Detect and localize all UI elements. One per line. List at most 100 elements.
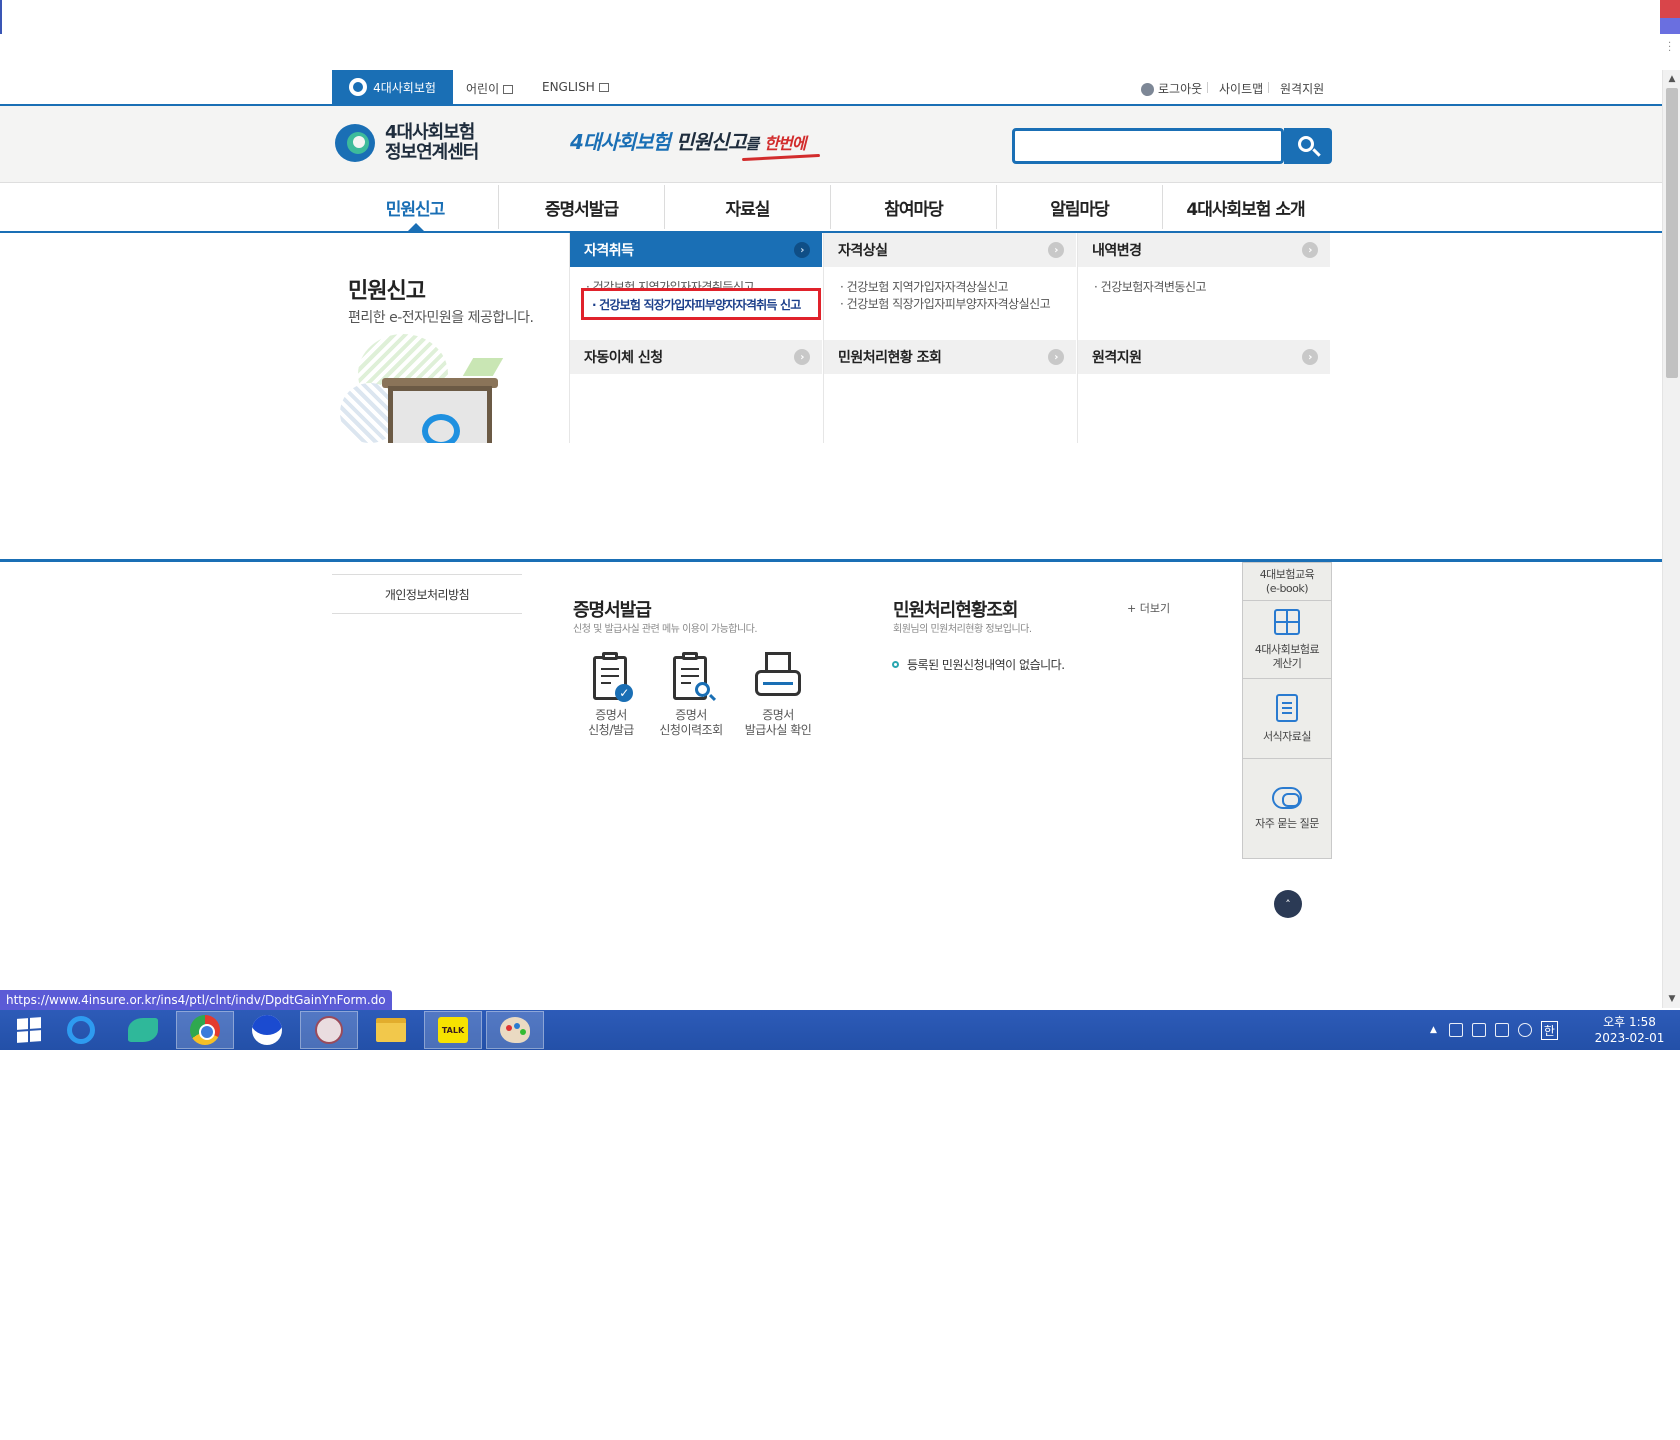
scroll-up-icon[interactable]: ▲	[1663, 72, 1680, 86]
cert-section-title: 증명서발급	[573, 600, 652, 621]
taskbar-bird-app[interactable]	[114, 1011, 172, 1049]
brand-logo-link[interactable]: 4대사회보험 정보연계센터	[335, 122, 479, 164]
menu-link-qualification-change[interactable]: · 건강보험자격변동신고	[1094, 279, 1207, 296]
nav-item-about[interactable]: 4대사회보험 소개	[1163, 183, 1328, 231]
slogan-brush-stroke	[741, 153, 821, 162]
taskbar-moon-app[interactable]	[238, 1011, 296, 1049]
menu-head-loss[interactable]: 자격상실 ›	[824, 233, 1076, 267]
taskbar-ie[interactable]	[52, 1011, 110, 1049]
more-link[interactable]: + 더보기	[1127, 600, 1170, 616]
close-circle-icon[interactable]	[1517, 1023, 1532, 1037]
quick-calculator[interactable]: 4대사회보험료 계산기	[1243, 601, 1331, 679]
menu-head-acquire[interactable]: 자격취득 ›	[570, 233, 822, 267]
cert-verify-line2: 발급사실 확인	[744, 723, 812, 737]
kebab-menu-icon[interactable]: · · ·	[1668, 39, 1672, 57]
network-icon[interactable]	[1471, 1023, 1486, 1037]
tray-chevron-icon[interactable]: ▲	[1430, 1025, 1437, 1035]
main-nav: 민원신고 증명서발급 자료실 참여마당 알림마당 4대사회보험 소개	[0, 183, 1662, 233]
cert-section-subtitle: 신청 및 발급사실 관련 메뉴 이용이 가능합니다.	[573, 624, 758, 635]
cert-history-line1: 증명서	[675, 708, 707, 722]
quick-ebook[interactable]: 4대보험교육 (e-book)	[1243, 563, 1331, 601]
cert-verify-line1: 증명서	[762, 708, 794, 722]
quick-ebook-line2: (e-book)	[1265, 581, 1309, 595]
util-kids-link[interactable]: 어린이	[466, 80, 514, 97]
menu-head-status-inquiry[interactable]: 민원처리현황 조회 ›	[824, 340, 1076, 374]
menu-head-label: 원격지원	[1092, 350, 1142, 366]
volume-icon[interactable]	[1448, 1023, 1463, 1037]
brand-text: 4대사회보험 정보연계센터	[385, 123, 479, 163]
quick-faq[interactable]: 자주 묻는 질문	[1243, 759, 1331, 859]
menu-head-label: 민원처리현황 조회	[838, 350, 942, 366]
menu-head-remote-support[interactable]: 원격지원 ›	[1078, 340, 1330, 374]
privacy-policy-link[interactable]: 개인정보처리방침	[332, 574, 522, 614]
util-divider	[1268, 82, 1269, 93]
menu-head-label: 자동이체 신청	[584, 350, 663, 366]
taskbar-file-explorer[interactable]	[362, 1011, 420, 1049]
printer-icon	[753, 652, 803, 700]
menu-link-dependent-acquire-highlighted[interactable]: · 건강보험 직장가입자피부양자자격취득 신고	[581, 288, 821, 320]
flag-icon[interactable]	[1494, 1023, 1509, 1037]
taskbar-clock[interactable]: 오후 1:58 2023-02-01	[1582, 1014, 1677, 1046]
menu-link-regional-loss[interactable]: · 건강보험 지역가입자자격상실신고	[840, 279, 1050, 296]
cert-apply-button[interactable]: ✓ 증명서 신청/발급	[566, 652, 656, 738]
brand-line2: 정보연계센터	[385, 142, 479, 163]
util-home-label: 4대사회보험	[373, 80, 436, 95]
nav-item-certificate[interactable]: 증명서발급	[499, 183, 664, 231]
footer-divider	[0, 559, 1662, 562]
document-icon	[1276, 693, 1298, 722]
clipboard-search-icon	[671, 652, 711, 700]
illustration-board-icon	[340, 328, 520, 443]
quick-forms[interactable]: 서식자료실	[1243, 679, 1331, 759]
search-input[interactable]	[1012, 128, 1284, 164]
arrow-right-icon: ›	[1302, 242, 1318, 258]
page-scrollbar[interactable]: ▲ ▼	[1662, 70, 1680, 1008]
util-home-tab[interactable]: 4대사회보험	[332, 70, 453, 104]
clock-date: 2023-02-01	[1594, 1031, 1665, 1045]
util-english-label: ENGLISH	[542, 80, 595, 94]
system-tray: ▲ 한	[1430, 1010, 1558, 1050]
menu-link-dependent-loss[interactable]: · 건강보험 직장가입자피부양자자격상실신고	[840, 296, 1051, 313]
quick-calculator-line1: 4대사회보험료	[1254, 642, 1320, 656]
quick-ebook-line1: 4대보험교육	[1259, 567, 1315, 581]
slogan-part4: 한번에	[764, 134, 806, 153]
taskbar-snipping-tool[interactable]	[300, 1011, 358, 1049]
logout-link[interactable]: 로그아웃	[1141, 80, 1202, 97]
util-kids-label: 어린이	[466, 82, 500, 96]
scroll-down-icon[interactable]: ▼	[1663, 992, 1680, 1006]
menu-column-change: 내역변경 › · 건강보험자격변동신고 원격지원 ›	[1077, 233, 1330, 443]
sitemap-link[interactable]: 사이트맵	[1219, 80, 1263, 97]
taskbar-kakaotalk[interactable]: TALK	[424, 1011, 482, 1049]
cert-verify-button[interactable]: 증명서 발급사실 확인	[733, 652, 823, 738]
scroll-top-button[interactable]: ˄	[1274, 890, 1302, 918]
status-section-subtitle: 회원님의 민원처리현황 정보입니다.	[893, 624, 1032, 635]
arrow-right-icon: ›	[1048, 242, 1064, 258]
bird-app-icon	[128, 1018, 158, 1042]
remote-support-link[interactable]: 원격지원	[1280, 80, 1324, 97]
util-english-link[interactable]: ENGLISH	[542, 80, 609, 94]
menu-head-label: 내역변경	[1092, 243, 1142, 259]
cert-apply-line1: 증명서	[595, 708, 627, 722]
new-window-icon	[598, 83, 609, 92]
search-button[interactable]	[1284, 128, 1332, 164]
cert-history-button[interactable]: 증명서 신청이력조회	[646, 652, 736, 738]
menu-links: · 건강보험 지역가입자자격상실신고 · 건강보험 직장가입자피부양자자격상실신…	[840, 279, 1051, 313]
new-window-icon	[503, 85, 514, 94]
menu-head-change[interactable]: 내역변경 ›	[1078, 233, 1330, 267]
menu-links: · 건강보험자격변동신고	[1094, 279, 1207, 296]
nav-item-library[interactable]: 자료실	[665, 183, 830, 231]
nav-item-participation[interactable]: 참여마당	[831, 183, 996, 231]
search-icon	[1297, 136, 1314, 152]
quick-faq-label: 자주 묻는 질문	[1255, 817, 1319, 830]
ime-indicator[interactable]: 한	[1540, 1020, 1558, 1040]
chrome-icon	[190, 1015, 220, 1045]
taskbar-paint[interactable]	[486, 1011, 544, 1049]
windows-icon	[17, 1017, 41, 1043]
taskbar-chrome[interactable]	[176, 1011, 234, 1049]
scroll-thumb[interactable]	[1666, 88, 1678, 378]
window-edge	[0, 0, 2, 34]
nav-item-notice[interactable]: 알림마당	[997, 183, 1162, 231]
arrow-right-icon: ›	[1302, 349, 1318, 365]
start-button[interactable]	[0, 1011, 58, 1049]
internet-explorer-icon	[67, 1016, 95, 1044]
menu-head-auto-transfer[interactable]: 자동이체 신청 ›	[570, 340, 822, 374]
